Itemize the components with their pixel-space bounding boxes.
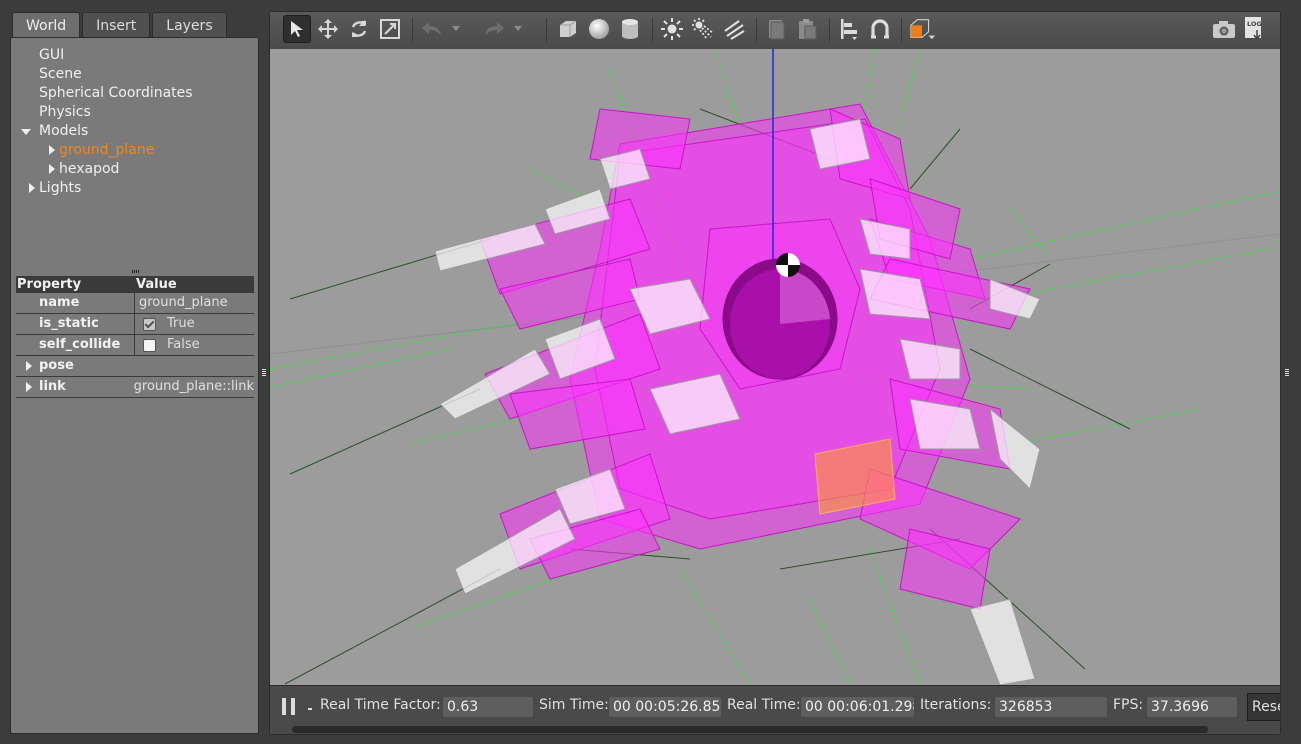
step-button[interactable]	[308, 708, 312, 710]
3d-scene-viewport[interactable]	[270, 48, 1280, 686]
property-row-self-collide[interactable]: self_collide False	[16, 335, 254, 356]
horizontal-scrollbar[interactable]	[292, 726, 1208, 733]
expand-arrow-icon[interactable]	[49, 145, 55, 155]
real-time-factor-value: 0.63	[443, 697, 533, 717]
expand-arrow-icon[interactable]	[49, 164, 55, 174]
sim-time-value: 00 00:05:26.853	[609, 697, 721, 717]
undo-icon[interactable]	[418, 15, 446, 43]
property-key: self_collide	[39, 337, 121, 352]
right-splitter-grip-icon[interactable]	[1285, 369, 1289, 377]
svg-text:LOG: LOG	[1247, 20, 1262, 28]
property-key: pose	[39, 358, 74, 373]
property-table: Property Value name ground_plane is_stat…	[16, 276, 254, 398]
property-value: ground_plane::link	[133, 379, 254, 394]
tree-item-label: ground_plane	[59, 142, 155, 158]
property-key: link	[39, 379, 66, 394]
rotate-mode-icon[interactable]	[345, 15, 373, 43]
select-mode-icon[interactable]	[283, 15, 311, 43]
value-column-header[interactable]: Value	[135, 276, 177, 293]
redo-icon[interactable]	[480, 15, 508, 43]
directional-light-icon[interactable]	[720, 15, 748, 43]
cylinder-shape-icon[interactable]	[616, 15, 644, 43]
tree-item-label: hexapod	[59, 161, 120, 177]
spot-light-icon[interactable]	[689, 15, 717, 43]
property-table-header: Property Value	[16, 276, 254, 293]
fps-label: FPS:	[1113, 697, 1144, 713]
sphere-shape-icon[interactable]	[585, 15, 613, 43]
property-key: name	[39, 295, 80, 310]
sim-time-label: Sim Time:	[539, 697, 609, 713]
tree-item-label: GUI	[39, 47, 65, 63]
self-collide-checkbox[interactable]	[143, 338, 156, 352]
is-static-checkbox[interactable]	[143, 317, 156, 331]
expand-arrow-icon[interactable]	[26, 382, 32, 392]
paste-icon[interactable]	[793, 15, 821, 43]
tab-world[interactable]: World	[12, 12, 81, 38]
property-value: False	[167, 337, 200, 352]
collapse-arrow-icon[interactable]	[21, 129, 31, 135]
expand-arrow-icon[interactable]	[26, 361, 32, 371]
snap-icon[interactable]	[866, 15, 894, 43]
undo-history-icon[interactable]	[450, 15, 462, 43]
render-view-frame: LOG Real Time Factor: 0.63 Sim Time: 00 …	[269, 11, 1281, 735]
property-group-link[interactable]: link ground_plane::link	[16, 377, 254, 398]
translate-mode-icon[interactable]	[314, 15, 342, 43]
tree-item-label: Spherical Coordinates	[39, 85, 193, 101]
property-group-pose[interactable]: pose	[16, 356, 254, 377]
property-row-name[interactable]: name ground_plane	[16, 293, 254, 314]
redo-history-icon[interactable]	[512, 15, 524, 43]
left-panel-tabs: World Insert Layers	[12, 12, 229, 38]
tab-layers[interactable]: Layers	[152, 12, 227, 38]
pause-icon[interactable]	[282, 698, 296, 715]
real-time-label: Real Time:	[727, 697, 801, 713]
property-value: True	[167, 316, 195, 331]
iterations-label: Iterations:	[920, 697, 992, 713]
scale-mode-icon[interactable]	[376, 15, 404, 43]
log-icon[interactable]: LOG	[1240, 15, 1268, 43]
real-time-factor-label: Real Time Factor:	[320, 697, 441, 713]
panel-splitter-handle[interactable]	[132, 270, 140, 273]
tree-item-label: Models	[39, 123, 89, 139]
property-key: is_static	[39, 316, 99, 331]
tab-insert[interactable]: Insert	[82, 12, 151, 38]
tree-item-label: Lights	[39, 180, 82, 196]
world-panel: GUI Scene Spherical Coordinates Physics Mode…	[10, 37, 259, 734]
fps-value: 37.3696	[1147, 697, 1237, 717]
main-toolbar: LOG	[270, 12, 1280, 50]
left-splitter-grip-icon[interactable]	[262, 369, 266, 377]
scene-render	[270, 48, 1280, 686]
reset-time-button[interactable]: Reset	[1247, 693, 1280, 721]
property-value: ground_plane	[134, 293, 254, 313]
property-value	[134, 356, 254, 376]
real-time-value: 00 00:06:01.298	[801, 697, 914, 717]
time-panel: Real Time Factor: 0.63 Sim Time: 00 00:0…	[270, 685, 1280, 734]
tree-item-label: Scene	[39, 66, 82, 82]
align-icon[interactable]	[835, 15, 863, 43]
screenshot-icon[interactable]	[1210, 15, 1238, 43]
iterations-value: 326853	[995, 697, 1107, 717]
box-shape-icon[interactable]	[554, 15, 582, 43]
view-angle-icon[interactable]	[908, 15, 936, 43]
property-column-header[interactable]: Property	[16, 276, 135, 293]
property-row-is-static[interactable]: is_static True	[16, 314, 254, 335]
copy-icon[interactable]	[762, 15, 790, 43]
tree-item-label: Physics	[39, 104, 91, 120]
expand-arrow-icon[interactable]	[29, 183, 35, 193]
point-light-icon[interactable]	[658, 15, 686, 43]
